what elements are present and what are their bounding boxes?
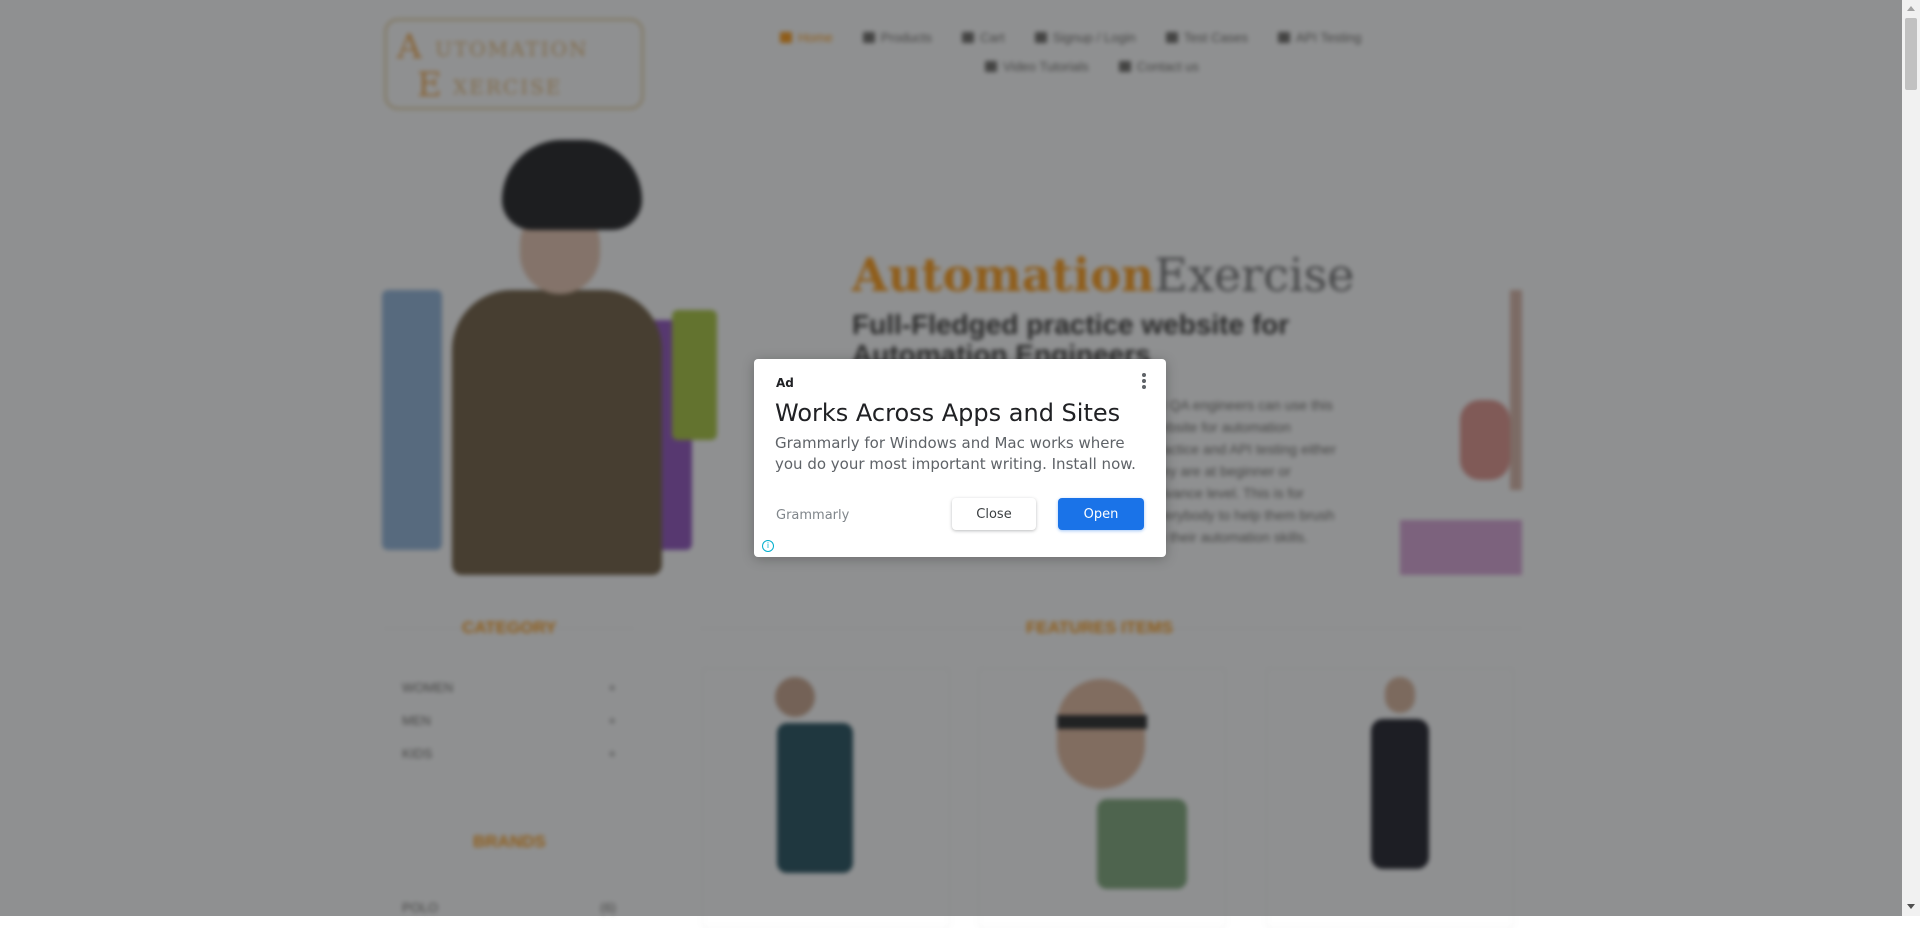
open-button[interactable]: Open [1058, 498, 1144, 530]
ad-info-icon[interactable]: i [762, 540, 774, 552]
scroll-up-arrow-icon[interactable] [1902, 0, 1920, 18]
ad-label: Ad [776, 376, 794, 390]
scroll-down-arrow-icon[interactable] [1902, 898, 1920, 916]
close-button[interactable]: Close [952, 498, 1036, 530]
ad-advertiser[interactable]: Grammarly [776, 508, 849, 523]
scrollbar-thumb[interactable] [1905, 18, 1917, 90]
ad-title[interactable]: Works Across Apps and Sites [775, 399, 1120, 427]
more-options-icon[interactable] [1140, 373, 1148, 393]
ad-description[interactable]: Grammarly for Windows and Mac works wher… [775, 433, 1155, 475]
vertical-scrollbar[interactable] [1902, 0, 1920, 916]
ad-dialog: Ad Works Across Apps and Sites Grammarly… [754, 359, 1166, 557]
